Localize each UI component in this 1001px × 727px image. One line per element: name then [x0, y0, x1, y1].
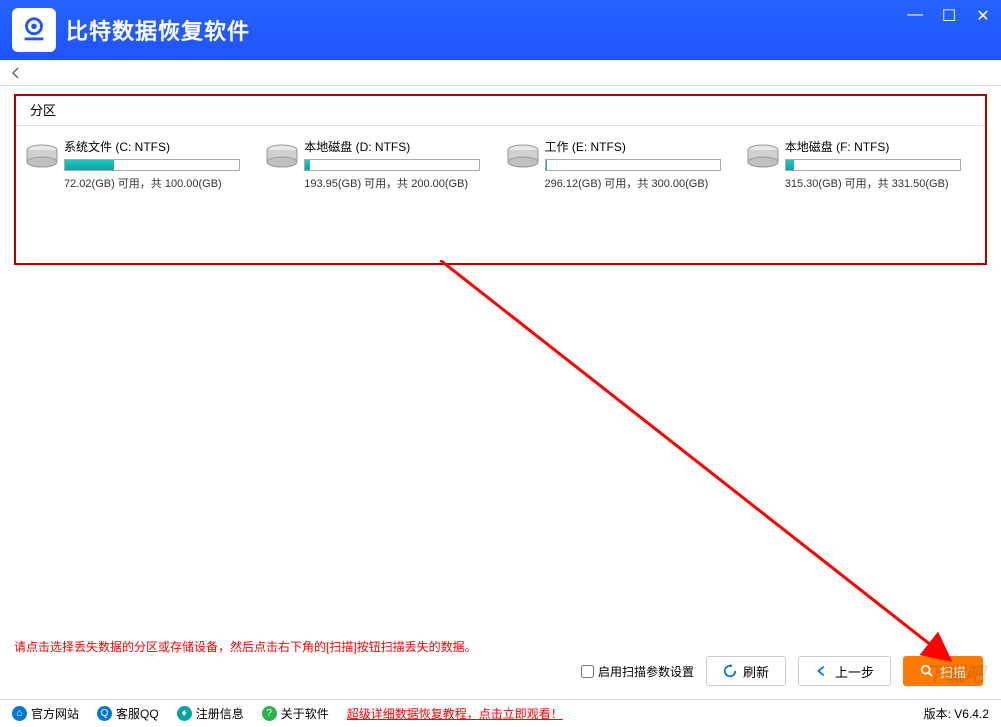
home-icon: ⌂ [12, 706, 27, 721]
drive-name: 本地磁盘 (D: NTFS) [304, 138, 496, 155]
minimize-button[interactable]: — [905, 6, 925, 26]
partition-header: 分区 [16, 96, 985, 126]
drive-stats: 315.30(GB) 可用，共 331.50(GB) [785, 175, 977, 191]
maximize-button[interactable]: ☐ [939, 6, 959, 26]
drive-name: 本地磁盘 (F: NTFS) [785, 138, 977, 155]
version-label: 版本: V6.4.2 [924, 705, 989, 722]
app-title: 比特数据恢复软件 [66, 14, 250, 46]
drive-icon [264, 142, 300, 172]
footer-qq[interactable]: Q客服QQ [97, 705, 159, 722]
partition-panel: 分区 系统文件 (C: NTFS) 72.02(GB) 可用，共 100.00(… [14, 94, 987, 265]
drive-usage-bar [64, 159, 240, 171]
scan-params-checkbox[interactable] [581, 665, 594, 678]
annotation-arrow [440, 260, 980, 680]
bottom-controls: 启用扫描参数设置 刷新 上一步 扫描 [581, 656, 983, 686]
drive-name: 工作 (E: NTFS) [545, 138, 737, 155]
titlebar: 比特数据恢复软件 — ☐ ✕ [0, 0, 1001, 60]
back-icon[interactable] [8, 65, 24, 81]
drive-name: 系统文件 (C: NTFS) [64, 138, 256, 155]
app-logo [12, 8, 56, 52]
footer: ⌂官方网站 Q客服QQ ♦注册信息 ?关于软件 超级详细数据恢复教程，点击立即观… [0, 699, 1001, 727]
drive-icon [24, 142, 60, 172]
drives-row: 系统文件 (C: NTFS) 72.02(GB) 可用，共 100.00(GB)… [16, 126, 985, 193]
scan-button[interactable]: 扫描 [903, 656, 983, 686]
scan-params-checkbox-wrap[interactable]: 启用扫描参数设置 [581, 663, 694, 680]
drive-item[interactable]: 工作 (E: NTFS) 296.12(GB) 可用，共 300.00(GB) [503, 136, 739, 193]
search-icon [920, 664, 934, 678]
drive-stats: 193.95(GB) 可用，共 200.00(GB) [304, 175, 496, 191]
close-button[interactable]: ✕ [973, 6, 993, 26]
footer-tutorial-link[interactable]: 超级详细数据恢复教程，点击立即观看！ [347, 705, 563, 722]
footer-about[interactable]: ?关于软件 [262, 705, 329, 722]
footer-register[interactable]: ♦注册信息 [177, 705, 244, 722]
drive-item[interactable]: 本地磁盘 (F: NTFS) 315.30(GB) 可用，共 331.50(GB… [743, 136, 979, 193]
toolbar-strip [0, 60, 1001, 86]
scan-params-label: 启用扫描参数设置 [598, 663, 694, 680]
drive-icon [745, 142, 781, 172]
drive-item[interactable]: 系统文件 (C: NTFS) 72.02(GB) 可用，共 100.00(GB) [22, 136, 258, 193]
drive-stats: 72.02(GB) 可用，共 100.00(GB) [64, 175, 256, 191]
drive-icon [505, 142, 541, 172]
arrow-left-icon [815, 664, 829, 678]
hint-text: 请点击选择丢失数据的分区或存储设备，然后点击右下角的[扫描]按钮扫描丢失的数据。 [14, 638, 477, 655]
drive-item[interactable]: 本地磁盘 (D: NTFS) 193.95(GB) 可用，共 200.00(GB… [262, 136, 498, 193]
refresh-button[interactable]: 刷新 [706, 656, 786, 686]
user-icon: ♦ [177, 706, 192, 721]
drive-stats: 296.12(GB) 可用，共 300.00(GB) [545, 175, 737, 191]
drive-usage-bar [785, 159, 961, 171]
refresh-icon [723, 664, 737, 678]
prev-button[interactable]: 上一步 [798, 656, 891, 686]
main-area: 分区 系统文件 (C: NTFS) 72.02(GB) 可用，共 100.00(… [0, 86, 1001, 265]
footer-website[interactable]: ⌂官方网站 [12, 705, 79, 722]
info-icon: ? [262, 706, 277, 721]
drive-usage-bar [545, 159, 721, 171]
drive-usage-bar [304, 159, 480, 171]
qq-icon: Q [97, 706, 112, 721]
